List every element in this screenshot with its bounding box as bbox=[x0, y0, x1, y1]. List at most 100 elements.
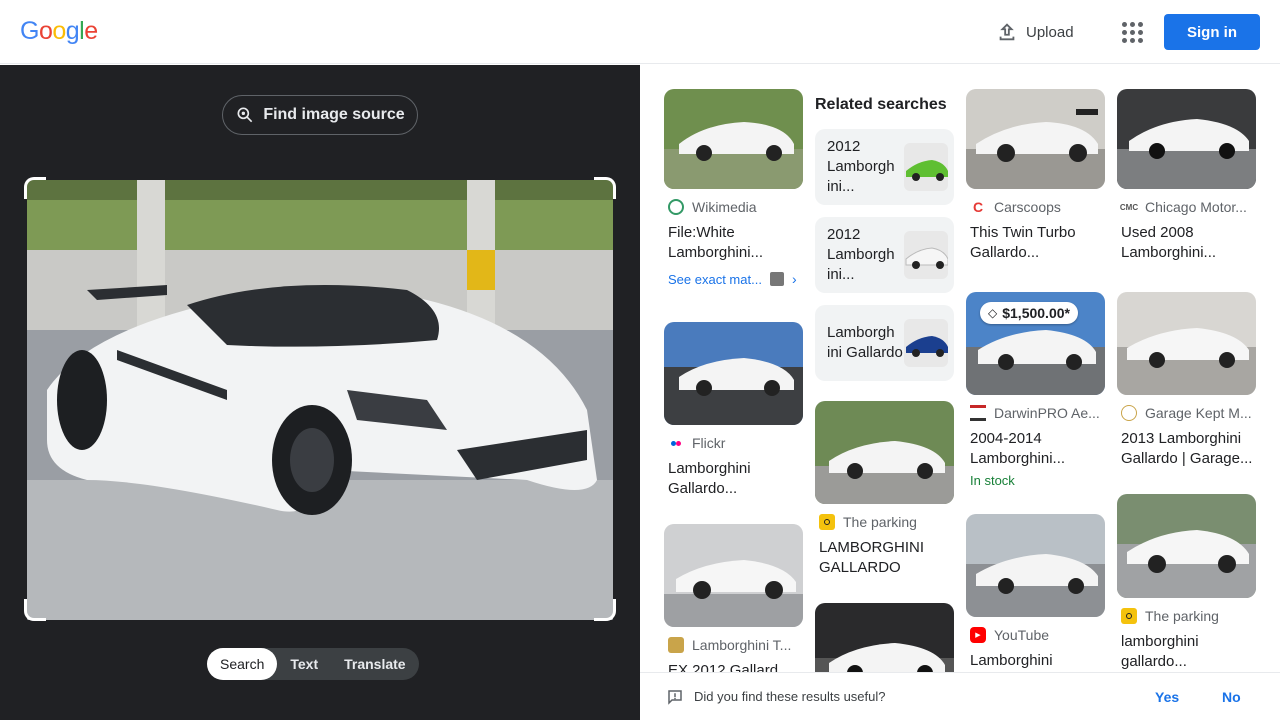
lens-image-panel: Find image source Search Text Translate bbox=[0, 65, 640, 720]
result-source-label: DarwinPRO Ae... bbox=[994, 405, 1100, 421]
result-thumbnail[interactable] bbox=[1117, 89, 1256, 189]
stock-status: In stock bbox=[970, 473, 1015, 488]
result-source: DarwinPRO Ae... bbox=[966, 405, 1105, 421]
google-logo[interactable]: Google bbox=[20, 17, 98, 46]
price-badge: ◇ $1,500.00* bbox=[980, 302, 1078, 324]
query-image[interactable] bbox=[27, 180, 613, 620]
result-source: ▶ YouTube bbox=[966, 627, 1105, 643]
result-title[interactable]: Lamborghini bbox=[966, 651, 1105, 672]
tab-translate[interactable]: Translate bbox=[331, 648, 418, 680]
visual-matches: Wikimedia File:White Lamborghini... See … bbox=[640, 65, 1280, 672]
result-thumbnail[interactable] bbox=[664, 322, 803, 425]
result-card[interactable]: Garage Kept M... 2013 Lamborghini Gallar… bbox=[1117, 292, 1256, 469]
youtube-icon: ▶ bbox=[970, 627, 986, 643]
result-card[interactable]: The parking LAMBORGHINI GALLARDO 2012-..… bbox=[815, 401, 954, 578]
feedback-icon bbox=[668, 690, 682, 705]
related-search-chip[interactable]: 2012 Lamborgh ini... bbox=[815, 129, 954, 205]
related-search-thumb bbox=[904, 231, 948, 279]
chevron-right-icon: › bbox=[791, 271, 797, 287]
result-card[interactable]: The parking lamborghini gallardo... bbox=[1117, 494, 1256, 672]
result-source-label: Wikimedia bbox=[692, 199, 757, 215]
result-thumbnail[interactable] bbox=[815, 603, 954, 672]
feedback-bar: Did you find these results useful? Yes N… bbox=[640, 672, 1280, 720]
crop-handle-top-right[interactable] bbox=[594, 177, 616, 199]
result-source-label: The parking bbox=[843, 514, 917, 530]
result-source: Lamborghini T... bbox=[664, 637, 803, 653]
tab-search[interactable]: Search bbox=[207, 648, 278, 680]
top-bar: Google Upload Sign in bbox=[0, 0, 1280, 64]
wikimedia-icon bbox=[668, 199, 684, 215]
result-source: Garage Kept M... bbox=[1117, 405, 1256, 421]
price-label: $1,500.00* bbox=[1002, 305, 1070, 321]
result-thumbnail[interactable] bbox=[664, 524, 803, 627]
result-card[interactable]: Wikimedia File:White Lamborghini... See … bbox=[664, 89, 803, 287]
result-source-label: Garage Kept M... bbox=[1145, 405, 1252, 421]
logo-letter: g bbox=[65, 17, 80, 45]
result-card[interactable]: Lamborghini T... EX 2012 Gallard... bbox=[664, 524, 803, 672]
result-card[interactable]: CMC Chicago Motor... Used 2008 Lamborghi… bbox=[1117, 89, 1256, 263]
crop-handle-top-left[interactable] bbox=[24, 177, 46, 199]
result-thumbnail[interactable] bbox=[966, 89, 1105, 189]
related-searches-heading: Related searches bbox=[815, 96, 947, 113]
result-title[interactable]: Lamborghini Gallardo... bbox=[664, 459, 803, 499]
result-source: C Carscoops bbox=[966, 199, 1105, 215]
result-thumbnail[interactable] bbox=[815, 401, 954, 504]
logo-letter: o bbox=[38, 17, 53, 45]
result-source-label: Flickr bbox=[692, 435, 726, 451]
logo-letter: e bbox=[84, 17, 98, 45]
result-source: The parking bbox=[1117, 608, 1256, 624]
result-title[interactable]: EX 2012 Gallard... bbox=[664, 661, 803, 672]
related-search-thumb bbox=[904, 143, 948, 191]
result-thumbnail[interactable] bbox=[1117, 494, 1256, 598]
result-thumbnail[interactable] bbox=[966, 514, 1105, 617]
see-exact-matches-label: See exact mat... bbox=[668, 271, 762, 287]
result-thumbnail[interactable]: ◇ $1,500.00* bbox=[966, 292, 1105, 395]
lamborghini-shield-icon bbox=[668, 637, 684, 653]
result-source-label: Chicago Motor... bbox=[1145, 199, 1247, 215]
result-source: Wikimedia bbox=[664, 199, 803, 215]
result-title[interactable]: lamborghini gallardo... bbox=[1117, 632, 1256, 672]
result-source-label: Carscoops bbox=[994, 199, 1061, 215]
result-thumbnail[interactable] bbox=[664, 89, 803, 189]
result-source: The parking bbox=[815, 514, 954, 530]
lens-mode-tabs: Search Text Translate bbox=[207, 648, 419, 680]
find-image-source-button[interactable]: Find image source bbox=[222, 95, 418, 135]
darwinpro-icon bbox=[970, 405, 986, 421]
result-card[interactable]: ◇ $1,500.00* DarwinPRO Ae... 2004-2014 L… bbox=[966, 292, 1105, 488]
price-tag-icon: ◇ bbox=[988, 306, 998, 320]
result-title[interactable]: This Twin Turbo Gallardo... bbox=[966, 223, 1105, 263]
feedback-no-button[interactable]: No bbox=[1222, 689, 1241, 705]
result-source-label: Lamborghini T... bbox=[692, 637, 792, 653]
related-search-chip[interactable]: Lamborgh ini Gallardo bbox=[815, 305, 954, 381]
crop-handle-bottom-left[interactable] bbox=[24, 599, 46, 621]
sign-in-button[interactable]: Sign in bbox=[1164, 14, 1260, 50]
upload-label: Upload bbox=[1026, 23, 1074, 41]
exact-match-thumb-icon bbox=[769, 272, 784, 286]
result-title[interactable]: 2004-2014 Lamborghini... bbox=[966, 429, 1105, 469]
result-title[interactable]: 2013 Lamborghini Gallardo | Garage... bbox=[1117, 429, 1256, 469]
garage-kept-icon bbox=[1121, 405, 1137, 421]
logo-letter: G bbox=[20, 17, 39, 45]
tab-text[interactable]: Text bbox=[277, 648, 331, 680]
result-title[interactable]: LAMBORGHINI GALLARDO 2012-... bbox=[815, 538, 954, 578]
carscoops-icon: C bbox=[970, 199, 986, 215]
result-card[interactable] bbox=[815, 603, 954, 672]
logo-letter: o bbox=[52, 17, 66, 45]
result-card[interactable]: C Carscoops This Twin Turbo Gallardo... bbox=[966, 89, 1105, 263]
result-title[interactable]: File:White Lamborghini... bbox=[664, 223, 803, 263]
see-exact-matches-link[interactable]: See exact mat... › bbox=[664, 271, 803, 287]
result-card[interactable]: Flickr Lamborghini Gallardo... bbox=[664, 322, 803, 499]
feedback-yes-button[interactable]: Yes bbox=[1155, 689, 1179, 705]
related-search-label: 2012 Lamborgh ini... bbox=[827, 226, 895, 283]
find-image-source-label: Find image source bbox=[263, 106, 405, 123]
crop-handle-bottom-right[interactable] bbox=[594, 599, 616, 621]
result-source: Flickr bbox=[664, 435, 803, 451]
apps-grid-icon[interactable] bbox=[1116, 16, 1148, 48]
result-title[interactable]: Used 2008 Lamborghini... bbox=[1117, 223, 1256, 263]
related-search-chip[interactable]: 2012 Lamborgh ini... bbox=[815, 217, 954, 293]
result-thumbnail[interactable] bbox=[1117, 292, 1256, 395]
related-search-label: Lamborgh ini Gallardo bbox=[827, 324, 903, 361]
the-parking-icon bbox=[819, 514, 835, 530]
result-card[interactable]: ▶ YouTube Lamborghini bbox=[966, 514, 1105, 672]
upload-button[interactable]: Upload bbox=[990, 16, 1080, 48]
